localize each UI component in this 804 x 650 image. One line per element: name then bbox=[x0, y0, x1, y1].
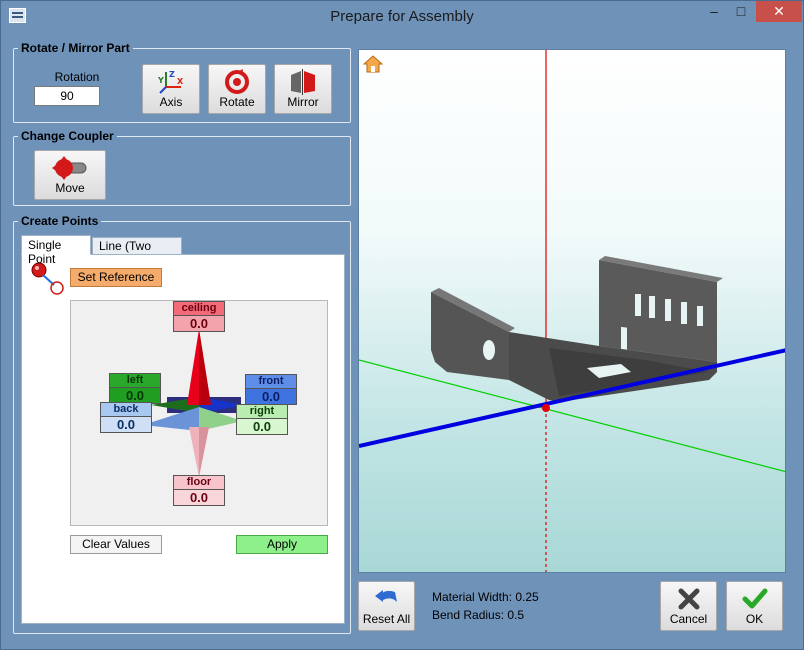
create-points-legend: Create Points bbox=[21, 214, 99, 228]
svg-text:Y: Y bbox=[158, 76, 164, 85]
rotate-icon bbox=[225, 69, 249, 94]
dialog-window: Prepare for Assembly – □ ✕ Rotate / Mirr… bbox=[0, 0, 804, 650]
maximize-button[interactable]: □ bbox=[728, 1, 754, 22]
cancel-button[interactable]: Cancel bbox=[660, 581, 717, 631]
rotate-mirror-legend: Rotate / Mirror Part bbox=[21, 41, 130, 55]
back-value[interactable]: 0.0 bbox=[100, 416, 152, 433]
reset-all-button[interactable]: Reset All bbox=[358, 581, 415, 631]
right-value[interactable]: 0.0 bbox=[236, 418, 288, 435]
floor-value[interactable]: 0.0 bbox=[173, 489, 225, 506]
tab-single-point[interactable]: Single Point bbox=[21, 235, 91, 266]
change-coupler-legend: Change Coupler bbox=[21, 129, 114, 143]
mirror-button[interactable]: Mirror bbox=[274, 64, 332, 114]
dialog-body: Rotate / Mirror Part Rotation Amount: Z … bbox=[9, 40, 797, 644]
ok-label: OK bbox=[745, 612, 764, 626]
rotate-button-label: Rotate bbox=[219, 95, 255, 109]
minimize-button[interactable]: – bbox=[701, 1, 727, 22]
3d-viewport[interactable] bbox=[358, 49, 786, 573]
title-bar: Prepare for Assembly – □ ✕ bbox=[1, 1, 803, 32]
mirror-button-label: Mirror bbox=[287, 95, 319, 109]
tab-line-two-points[interactable]: Line (Two Points) bbox=[92, 237, 182, 267]
front-value[interactable]: 0.0 bbox=[245, 388, 297, 405]
ceiling-value[interactable]: 0.0 bbox=[173, 315, 225, 332]
cancel-x-icon bbox=[678, 588, 699, 610]
bend-radius-text: Bend Radius: 0.5 bbox=[432, 608, 525, 622]
reset-all-label: Reset All bbox=[362, 612, 411, 626]
move-coupler-icon bbox=[52, 156, 87, 180]
single-point-panel: Set Reference ceiling 0.0 left 0.0 front… bbox=[21, 254, 345, 624]
left-label: left bbox=[109, 373, 161, 388]
set-reference-button[interactable]: Set Reference bbox=[70, 268, 162, 287]
direction-widget: ceiling 0.0 left 0.0 front 0.0 back 0.0 … bbox=[70, 300, 328, 526]
svg-text:X: X bbox=[177, 77, 184, 86]
axis-icon: Z X Y bbox=[158, 70, 184, 94]
clear-values-button[interactable]: Clear Values bbox=[70, 535, 162, 554]
rotation-amount-input[interactable] bbox=[34, 86, 100, 106]
cancel-label: Cancel bbox=[669, 612, 708, 626]
back-label: back bbox=[100, 402, 152, 417]
material-width-text: Material Width: 0.25 bbox=[432, 590, 539, 604]
checkmark-icon bbox=[742, 588, 767, 609]
axis-button-label: Axis bbox=[159, 95, 183, 109]
undo-arrow-icon bbox=[374, 590, 397, 602]
move-button-label: Move bbox=[55, 181, 85, 195]
axis-button[interactable]: Z X Y Axis bbox=[142, 64, 200, 114]
ceiling-label: ceiling bbox=[173, 301, 225, 316]
move-button[interactable]: Move bbox=[34, 150, 106, 200]
floor-label: floor bbox=[173, 475, 225, 490]
close-button[interactable]: ✕ bbox=[756, 1, 802, 22]
home-view-icon[interactable] bbox=[363, 54, 383, 74]
mirror-icon bbox=[291, 69, 315, 95]
ok-button[interactable]: OK bbox=[726, 581, 783, 631]
3d-scene bbox=[359, 50, 785, 572]
front-label: front bbox=[245, 374, 297, 389]
apply-button[interactable]: Apply bbox=[236, 535, 328, 554]
right-label: right bbox=[236, 404, 288, 419]
svg-text:Z: Z bbox=[169, 70, 175, 79]
window-title: Prepare for Assembly bbox=[330, 8, 474, 25]
reference-point-icon bbox=[31, 262, 64, 295]
rotate-button[interactable]: Rotate bbox=[208, 64, 266, 114]
